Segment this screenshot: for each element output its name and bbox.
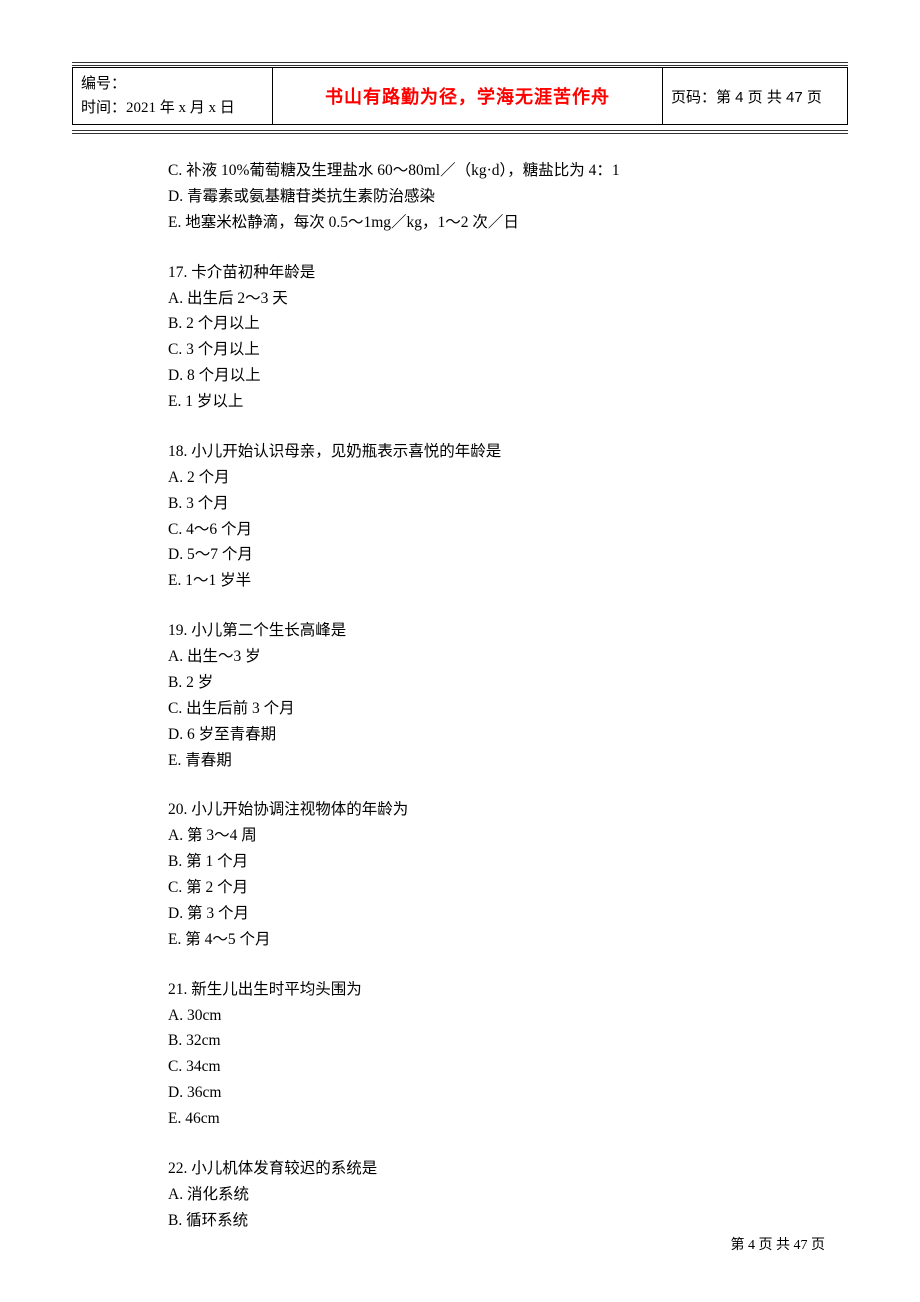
question-stem: 17. 卡介苗初种年龄是 bbox=[168, 260, 800, 286]
question-stem: 22. 小儿机体发育较迟的系统是 bbox=[168, 1156, 800, 1182]
option-text: E. 1 岁以上 bbox=[168, 389, 800, 415]
question-block: 17. 卡介苗初种年龄是 A. 出生后 2～3 天 B. 2 个月以上 C. 3… bbox=[168, 260, 800, 415]
option-text: D. 6 岁至青春期 bbox=[168, 722, 800, 748]
option-text: A. 30cm bbox=[168, 1003, 800, 1029]
question-block: 20. 小儿开始协调注视物体的年龄为 A. 第 3～4 周 B. 第 1 个月 … bbox=[168, 797, 800, 952]
option-text: B. 2 岁 bbox=[168, 670, 800, 696]
option-text: C. 出生后前 3 个月 bbox=[168, 696, 800, 722]
header-date-label: 时间：2021 年 x 月 x 日 bbox=[81, 96, 264, 120]
option-text: D. 36cm bbox=[168, 1080, 800, 1106]
option-text: E. 青春期 bbox=[168, 748, 800, 774]
header-left-cell: 编号： 时间：2021 年 x 月 x 日 bbox=[73, 68, 273, 125]
option-text: B. 32cm bbox=[168, 1028, 800, 1054]
option-text: C. 3 个月以上 bbox=[168, 337, 800, 363]
option-text: B. 循环系统 bbox=[168, 1208, 800, 1234]
question-block: 21. 新生儿出生时平均头围为 A. 30cm B. 32cm C. 34cm … bbox=[168, 977, 800, 1132]
header-rule-top bbox=[72, 62, 848, 66]
header-page-label: 页码：第 4 页 共 47 页 bbox=[663, 68, 848, 125]
question-stem: 20. 小儿开始协调注视物体的年龄为 bbox=[168, 797, 800, 823]
question-block: 22. 小儿机体发育较迟的系统是 A. 消化系统 B. 循环系统 bbox=[168, 1156, 800, 1234]
option-text: A. 消化系统 bbox=[168, 1182, 800, 1208]
question-block: 19. 小儿第二个生长高峰是 A. 出生～3 岁 B. 2 岁 C. 出生后前 … bbox=[168, 618, 800, 773]
option-text: D. 第 3 个月 bbox=[168, 901, 800, 927]
option-text: E. 1～1 岁半 bbox=[168, 568, 800, 594]
question-stem: 19. 小儿第二个生长高峰是 bbox=[168, 618, 800, 644]
footer-page-label: 第 4 页 共 47 页 bbox=[731, 1234, 826, 1254]
option-text: A. 出生～3 岁 bbox=[168, 644, 800, 670]
option-text: A. 2 个月 bbox=[168, 465, 800, 491]
option-text: D. 8 个月以上 bbox=[168, 363, 800, 389]
header-id-label: 编号： bbox=[81, 72, 264, 96]
option-text: A. 第 3～4 周 bbox=[168, 823, 800, 849]
header-center-motto: 书山有路勤为径，学海无涯苦作舟 bbox=[273, 68, 663, 125]
question-block: 18. 小儿开始认识母亲，见奶瓶表示喜悦的年龄是 A. 2 个月 B. 3 个月… bbox=[168, 439, 800, 594]
option-text: C. 补液 10%葡萄糖及生理盐水 60～80ml／（kg·d），糖盐比为 4：… bbox=[168, 158, 800, 184]
lead-options-block: C. 补液 10%葡萄糖及生理盐水 60～80ml／（kg·d），糖盐比为 4：… bbox=[168, 158, 800, 236]
option-text: E. 地塞米松静滴，每次 0.5～1mg／kg，1～2 次／日 bbox=[168, 210, 800, 236]
option-text: E. 46cm bbox=[168, 1106, 800, 1132]
option-text: B. 第 1 个月 bbox=[168, 849, 800, 875]
option-text: D. 5～7 个月 bbox=[168, 542, 800, 568]
header-table: 编号： 时间：2021 年 x 月 x 日 书山有路勤为径，学海无涯苦作舟 页码… bbox=[72, 67, 848, 125]
option-text: C. 第 2 个月 bbox=[168, 875, 800, 901]
option-text: D. 青霉素或氨基糖苷类抗生素防治感染 bbox=[168, 184, 800, 210]
option-text: B. 3 个月 bbox=[168, 491, 800, 517]
option-text: C. 4～6 个月 bbox=[168, 517, 800, 543]
question-stem: 21. 新生儿出生时平均头围为 bbox=[168, 977, 800, 1003]
option-text: E. 第 4～5 个月 bbox=[168, 927, 800, 953]
option-text: A. 出生后 2～3 天 bbox=[168, 286, 800, 312]
question-stem: 18. 小儿开始认识母亲，见奶瓶表示喜悦的年龄是 bbox=[168, 439, 800, 465]
option-text: B. 2 个月以上 bbox=[168, 311, 800, 337]
content-area: C. 补液 10%葡萄糖及生理盐水 60～80ml／（kg·d），糖盐比为 4：… bbox=[168, 158, 800, 1234]
option-text: C. 34cm bbox=[168, 1054, 800, 1080]
header-rule-bottom bbox=[72, 130, 848, 134]
